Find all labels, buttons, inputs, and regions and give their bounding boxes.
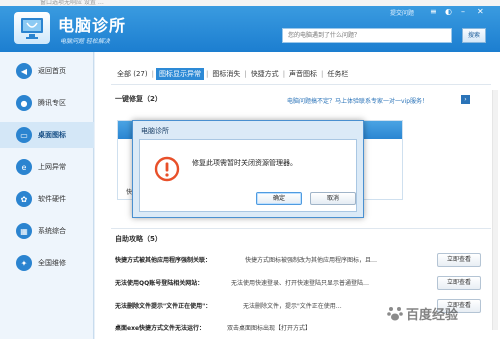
tab-separator: | (321, 70, 324, 78)
sidebar: ◀ 返回首页 ● 腾讯专区 ▭ 桌面图标 e 上网异常 ✿ 软件硬件 ▦ 系统综… (0, 52, 94, 339)
guide-description: 无法删除文件，提示"文件正在使用… (243, 303, 342, 310)
tab-bar: 全部 (27) | 图标显示异常 | 图标消失 | 快捷方式 | 声音图标 | … (115, 68, 350, 80)
view-now-button[interactable]: 立即查看 (437, 253, 481, 267)
app-subtitle: 电脑问题 轻松解决 (60, 38, 110, 45)
sidebar-item-home[interactable]: ◀ 返回首页 (0, 58, 94, 84)
monitor-icon: ▭ (16, 127, 32, 143)
sidebar-item-label: 桌面图标 (38, 131, 66, 139)
tab-all[interactable]: 全部 (27) (115, 69, 150, 79)
tab-shortcut[interactable]: 快捷方式 (249, 69, 281, 79)
app-header: 电脑诊所 电脑问题 轻松解决 提交问题 ≡ ◐ – ✕ 搜索 (0, 6, 500, 52)
sidebar-item-label: 腾讯专区 (38, 99, 66, 107)
guide-description: 快捷方式图标被强制改为其他应用程序图标，且… (245, 257, 378, 264)
stethoscope-monitor-icon (21, 18, 43, 39)
dialog-body: 修复此项需暂时关闭资源管理器。 确定 取消 (139, 139, 357, 212)
tab-separator: | (151, 70, 154, 78)
watermark: 百度经验 (386, 294, 496, 334)
guide-description: 双击桌面图标出现【打开方式】 (227, 325, 312, 332)
skin-icon[interactable]: ◐ (445, 8, 452, 16)
sidebar-item-label: 全国维修 (38, 259, 66, 267)
wrench-icon: ✦ (16, 255, 32, 271)
chevron-right-icon[interactable]: › (461, 95, 470, 104)
app-logo (14, 12, 50, 44)
penguin-icon: ● (16, 95, 32, 111)
tab-icon-missing[interactable]: 图标消失 (210, 69, 242, 79)
guide-description: 无法使用快速登录、打开快速登陆只显示普通登陆… (231, 280, 370, 287)
windows-icon: ▦ (16, 223, 32, 239)
close-icon[interactable]: ✕ (477, 8, 484, 16)
tab-icon-display[interactable]: 图标显示异常 (155, 68, 204, 80)
sidebar-item-desktop-icons[interactable]: ▭ 桌面图标 (0, 122, 94, 148)
sidebar-item-label: 系统综合 (38, 227, 66, 235)
sidebar-item-network[interactable]: e 上网异常 (0, 154, 94, 180)
back-arrow-icon: ◀ (16, 63, 32, 79)
search-input[interactable] (282, 28, 452, 43)
guide-title[interactable]: 桌面exe快捷方式文件无法运行： (115, 323, 205, 332)
divider (111, 84, 491, 85)
minimize-icon[interactable]: – (461, 8, 465, 16)
divider (111, 228, 491, 229)
self-help-title: 自助攻略（5） (115, 235, 162, 243)
guide-title[interactable]: 快捷方式被其他应用程序强制关联： (115, 255, 211, 264)
app-title: 电脑诊所 (58, 16, 127, 35)
sidebar-item-label: 上网异常 (38, 163, 66, 171)
vip-service-link[interactable]: 电脑问题搞不定？马上体验联系专家一对一vip服务！ (287, 96, 428, 105)
guide-title[interactable]: 无法使用QQ账号登陆相关网站： (115, 278, 203, 287)
ie-icon: e (16, 159, 32, 175)
tab-separator: | (205, 70, 209, 78)
search-button[interactable]: 搜索 (462, 28, 486, 43)
sidebar-item-label: 返回首页 (38, 67, 66, 75)
ok-button[interactable]: 确定 (256, 192, 302, 205)
tab-separator: | (282, 70, 286, 78)
sidebar-item-software-hardware[interactable]: ✿ 软件硬件 (0, 186, 94, 212)
warning-icon (154, 156, 180, 182)
tab-taskbar[interactable]: 任务栏 (325, 69, 350, 79)
tab-separator: | (244, 70, 247, 78)
dialog-message: 修复此项需暂时关闭资源管理器。 (192, 159, 297, 167)
view-now-button[interactable]: 立即查看 (437, 276, 481, 290)
quick-fix-title: 一键修复（2） (115, 95, 162, 103)
paw-logo-icon (387, 307, 403, 321)
sidebar-item-tencent[interactable]: ● 腾讯专区 (0, 90, 94, 116)
gear-icon: ✿ (16, 191, 32, 207)
sidebar-item-repair[interactable]: ✦ 全国维修 (0, 250, 94, 276)
watermark-text: 百度经验 (406, 308, 459, 323)
dialog-title: 电脑诊所 (141, 127, 169, 135)
cancel-button[interactable]: 取消 (310, 192, 356, 205)
sidebar-item-system[interactable]: ▦ 系统综合 (0, 218, 94, 244)
confirm-dialog: 电脑诊所 修复此项需暂时关闭资源管理器。 确定 取消 (132, 120, 364, 218)
tab-sound-icon[interactable]: 声音图标 (287, 69, 319, 79)
menu-icon[interactable]: ≡ (430, 8, 437, 16)
submit-question-link[interactable]: 提交问题 (390, 8, 414, 17)
sidebar-item-label: 软件硬件 (38, 195, 66, 203)
guide-title[interactable]: 无法删除文件提示"文件正在使用"： (115, 301, 211, 310)
